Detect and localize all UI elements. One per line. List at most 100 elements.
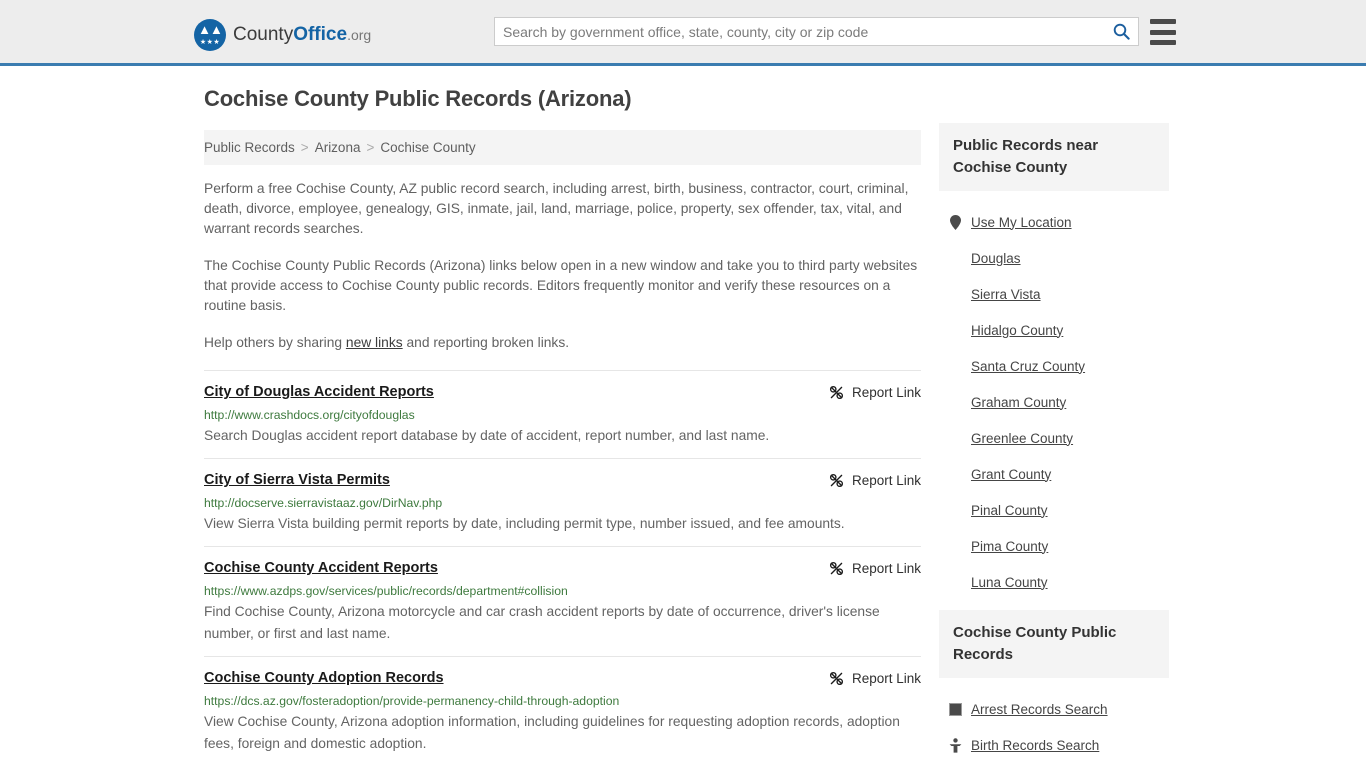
hamburger-bar-2	[1150, 29, 1176, 35]
result-url[interactable]: http://www.crashdocs.org/cityofdouglas	[204, 407, 921, 423]
list-item-label[interactable]: Use My Location	[971, 215, 1072, 230]
search-button[interactable]	[1104, 18, 1138, 45]
breadcrumb-separator: >	[300, 140, 309, 155]
search-icon	[1113, 23, 1130, 40]
list-item[interactable]: Santa Cruz County	[939, 348, 1169, 384]
list-item[interactable]: Arrest Records Search	[939, 691, 1169, 727]
map-pin-icon	[948, 214, 962, 230]
fingerprint-icon	[948, 701, 962, 717]
list-item-label[interactable]: Douglas	[971, 251, 1021, 266]
broken-link-icon	[829, 561, 843, 576]
list-item-label[interactable]: Santa Cruz County	[971, 359, 1085, 374]
spacer-icon	[948, 394, 962, 410]
nearby-records-heading: Public Records near Cochise County	[939, 123, 1169, 191]
list-item[interactable]: Douglas	[939, 240, 1169, 276]
report-link-label: Report Link	[851, 561, 921, 576]
spacer-icon	[948, 502, 962, 518]
page-title: Cochise County Public Records (Arizona)	[204, 86, 632, 111]
list-item-label[interactable]: Pinal County	[971, 503, 1048, 518]
result-header: City of Douglas Accident Reports Report L…	[204, 383, 921, 401]
list-item-label[interactable]: Birth Records Search	[971, 738, 1099, 753]
result-title-link[interactable]: City of Douglas Accident Reports	[204, 383, 434, 401]
spacer-icon	[948, 322, 962, 338]
nearby-records-list: Use My Location Douglas Sierra Vista Hidalg…	[939, 191, 1169, 600]
report-link-label: Report Link	[851, 671, 921, 686]
result-url[interactable]: http://docserve.sierravistaaz.gov/DirNav…	[204, 495, 921, 511]
intro-paragraph-1: Perform a free Cochise County, AZ public…	[204, 181, 909, 236]
list-item[interactable]: Hidalgo County	[939, 312, 1169, 348]
nearby-records-panel: Public Records near Cochise County Use M…	[939, 123, 1169, 600]
list-item[interactable]: Use My Location	[939, 204, 1169, 240]
eagle-glyph: ▲▲	[198, 22, 223, 37]
logo-text: CountyOffice.org	[233, 24, 371, 46]
share-text-after: and reporting broken links.	[402, 335, 570, 350]
broken-link-icon	[829, 671, 843, 686]
county-records-panel: Cochise County Public Records Arrest Rec…	[939, 610, 1169, 768]
list-item-label[interactable]: Grant County	[971, 467, 1051, 482]
search-input[interactable]	[495, 18, 1104, 45]
list-item[interactable]: Sierra Vista	[939, 276, 1169, 312]
list-item[interactable]: Graham County	[939, 384, 1169, 420]
spacer-icon	[948, 430, 962, 446]
broken-link-icon	[829, 473, 843, 488]
breadcrumb-item-public-records[interactable]: Public Records	[204, 140, 295, 155]
list-item-label[interactable]: Graham County	[971, 395, 1066, 410]
baby-icon	[948, 737, 962, 753]
main-content: Cochise County Public Records (Arizona) …	[204, 86, 921, 766]
hamburger-bar-3	[1150, 40, 1176, 45]
result-description: View Sierra Vista building permit report…	[204, 516, 845, 531]
report-link-button[interactable]: Report Link	[828, 383, 921, 401]
sidebar: Public Records near Cochise County Use M…	[939, 123, 1169, 768]
result-header: City of Sierra Vista Permits Report Link	[204, 471, 921, 489]
list-item[interactable]: Pima County	[939, 528, 1169, 564]
result-header: Cochise County Accident Reports Report Li…	[204, 559, 921, 577]
spacer-icon	[948, 466, 962, 482]
spacer-icon	[948, 538, 962, 554]
result-header: Cochise County Adoption Records Report Li…	[204, 669, 921, 687]
result-row: Cochise County Adoption Records Report Li…	[204, 656, 921, 766]
list-item[interactable]: Birth Records Search	[939, 727, 1169, 763]
county-records-heading: Cochise County Public Records	[939, 610, 1169, 678]
spacer-icon	[948, 574, 962, 590]
report-link-button[interactable]: Report Link	[828, 471, 921, 489]
site-header: ▲▲ ★★★ CountyOffice.org	[0, 0, 1366, 66]
result-row: City of Douglas Accident Reports Report L…	[204, 370, 921, 458]
county-records-list: Arrest Records Search Birth Records Searc…	[939, 678, 1169, 768]
logo-text-org: .org	[347, 27, 372, 43]
breadcrumb-item-cochise-county[interactable]: Cochise County	[380, 140, 475, 155]
list-item-label[interactable]: Luna County	[971, 575, 1048, 590]
list-item-label[interactable]: Pima County	[971, 539, 1048, 554]
breadcrumb-item-arizona[interactable]: Arizona	[315, 140, 361, 155]
logo-text-office: Office	[293, 24, 348, 45]
countyoffice-badge-icon: ▲▲ ★★★	[194, 19, 226, 51]
site-logo[interactable]: ▲▲ ★★★ CountyOffice.org	[194, 19, 371, 51]
list-item[interactable]: Grant County	[939, 456, 1169, 492]
new-links-link[interactable]: new links	[346, 335, 403, 350]
list-item[interactable]: Greenlee County	[939, 420, 1169, 456]
result-url[interactable]: https://dcs.az.gov/fosteradoption/provid…	[204, 693, 921, 709]
report-link-button[interactable]: Report Link	[828, 669, 921, 687]
result-row: Cochise County Accident Reports Report Li…	[204, 546, 921, 656]
list-item-label[interactable]: Hidalgo County	[971, 323, 1063, 338]
result-title-link[interactable]: City of Sierra Vista Permits	[204, 471, 390, 489]
list-item[interactable]: Business License Search	[939, 763, 1169, 768]
list-item[interactable]: Luna County	[939, 564, 1169, 600]
breadcrumb-separator: >	[366, 140, 375, 155]
results-list: City of Douglas Accident Reports Report L…	[204, 370, 921, 766]
broken-link-icon	[829, 385, 843, 400]
hamburger-bar-1	[1150, 19, 1176, 24]
report-link-label: Report Link	[851, 473, 921, 488]
spacer-icon	[948, 358, 962, 374]
list-item-label[interactable]: Sierra Vista	[971, 287, 1041, 302]
list-item-label[interactable]: Arrest Records Search	[971, 702, 1108, 717]
list-item[interactable]: Pinal County	[939, 492, 1169, 528]
spacer-icon	[948, 286, 962, 302]
result-title-link[interactable]: Cochise County Accident Reports	[204, 559, 438, 577]
result-url[interactable]: https://www.azdps.gov/services/public/re…	[204, 583, 921, 599]
result-title-link[interactable]: Cochise County Adoption Records	[204, 669, 444, 687]
result-description: Search Douglas accident report database …	[204, 428, 770, 443]
list-item-label[interactable]: Greenlee County	[971, 431, 1073, 446]
report-link-button[interactable]: Report Link	[828, 559, 921, 577]
result-row: City of Sierra Vista Permits Report Link h…	[204, 458, 921, 546]
hamburger-menu-button[interactable]	[1150, 19, 1176, 45]
